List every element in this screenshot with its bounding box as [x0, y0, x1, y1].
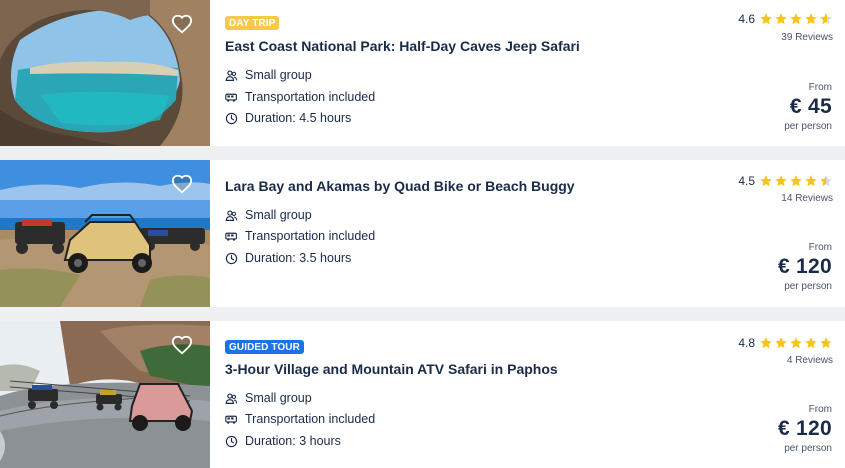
feature-transport: Transportation included [225, 229, 375, 243]
feature-text: Duration: 4.5 hours [245, 111, 352, 125]
feature-text: Duration: 3.5 hours [245, 251, 352, 265]
clock-icon [225, 435, 238, 447]
star-icon [790, 337, 802, 349]
feature-text: Transportation included [245, 90, 376, 104]
review-count[interactable]: 4 Reviews [787, 355, 833, 366]
category-badge: GUIDED TOUR [225, 340, 304, 354]
group-icon [225, 69, 238, 81]
beach-buggies-photo[interactable] [0, 160, 210, 307]
bus-icon [225, 93, 237, 102]
tour-details: DAY TRIP East Coast National Park: Half-… [210, 0, 845, 146]
star-rating [758, 12, 833, 26]
price: € 45 [789, 95, 832, 118]
rating-value: 4.8 [738, 336, 755, 350]
star-icon [790, 13, 802, 25]
favorite-heart-icon[interactable] [171, 334, 193, 356]
tour-title[interactable]: East Coast National Park: Half-Day Caves… [225, 38, 580, 54]
price-from-label: From [808, 242, 832, 253]
per-person-label: per person [784, 443, 832, 454]
star-icon [820, 175, 832, 187]
feature-transport: Transportation included [225, 90, 375, 104]
category-badge: DAY TRIP [225, 16, 280, 30]
feature-text: Small group [245, 391, 312, 405]
tour-details: Lara Bay and Akamas by Quad Bike or Beac… [210, 160, 845, 307]
feature-transport: Transportation included [225, 412, 375, 426]
rating: 4.8 [738, 336, 833, 350]
price-from-label: From [808, 82, 832, 93]
rating: 4.5 [738, 174, 833, 188]
tour-card[interactable]: Lara Bay and Akamas by Quad Bike or Beac… [0, 160, 845, 307]
clock-icon [225, 252, 238, 264]
feature-group: Small group [225, 68, 312, 82]
tour-title[interactable]: 3-Hour Village and Mountain ATV Safari i… [225, 361, 558, 377]
price: € 120 [777, 417, 832, 440]
star-icon [760, 337, 772, 349]
star-rating [758, 174, 833, 188]
star-icon [820, 13, 832, 25]
per-person-label: per person [784, 121, 832, 132]
feature-text: Small group [245, 68, 312, 82]
tour-title[interactable]: Lara Bay and Akamas by Quad Bike or Beac… [225, 178, 575, 194]
sea-cave-photo[interactable] [0, 0, 210, 146]
bus-icon [225, 415, 237, 424]
feature-group: Small group [225, 208, 312, 222]
feature-duration: Duration: 3.5 hours [225, 251, 351, 265]
per-person-label: per person [784, 281, 832, 292]
atv-road-photo[interactable] [0, 321, 210, 468]
star-icon [790, 175, 802, 187]
favorite-heart-icon[interactable] [171, 13, 193, 35]
review-count[interactable]: 14 Reviews [781, 193, 833, 204]
star-icon [775, 13, 787, 25]
price: € 120 [777, 255, 832, 278]
group-icon [225, 209, 238, 221]
review-count[interactable]: 39 Reviews [781, 32, 833, 43]
feature-group: Small group [225, 391, 312, 405]
feature-text: Transportation included [245, 412, 376, 426]
feature-text: Transportation included [245, 229, 376, 243]
group-icon [225, 392, 238, 404]
rating-value: 4.5 [738, 174, 755, 188]
star-icon [805, 13, 817, 25]
star-icon [775, 337, 787, 349]
star-rating [758, 336, 833, 350]
star-icon [760, 13, 772, 25]
star-icon [775, 175, 787, 187]
tour-details: GUIDED TOUR 3-Hour Village and Mountain … [210, 321, 845, 468]
rating: 4.6 [738, 12, 833, 26]
favorite-heart-icon[interactable] [171, 173, 193, 195]
feature-duration: Duration: 4.5 hours [225, 111, 351, 125]
feature-duration: Duration: 3 hours [225, 434, 341, 448]
star-icon [760, 175, 772, 187]
price-from-label: From [808, 404, 832, 415]
star-icon [820, 337, 832, 349]
clock-icon [225, 112, 238, 124]
tour-card[interactable]: GUIDED TOUR 3-Hour Village and Mountain … [0, 321, 845, 468]
tour-list: DAY TRIP East Coast National Park: Half-… [0, 0, 845, 468]
feature-text: Small group [245, 208, 312, 222]
star-icon [805, 175, 817, 187]
feature-text: Duration: 3 hours [245, 434, 341, 448]
star-icon [805, 337, 817, 349]
rating-value: 4.6 [738, 12, 755, 26]
tour-card[interactable]: DAY TRIP East Coast National Park: Half-… [0, 0, 845, 146]
bus-icon [225, 232, 237, 241]
